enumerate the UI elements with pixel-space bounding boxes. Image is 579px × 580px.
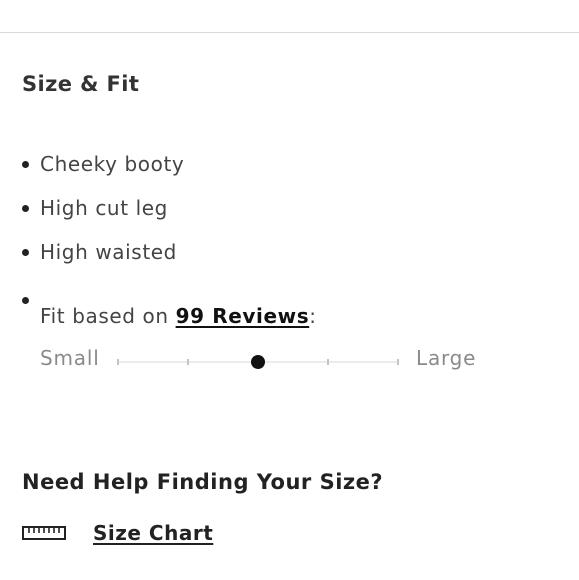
scale-max-label: Large <box>416 346 477 370</box>
bullet-icon <box>22 297 29 304</box>
bullet-icon <box>22 205 29 212</box>
ruler-icon <box>22 526 66 540</box>
fit-suffix: : <box>309 304 317 328</box>
size-chart-button[interactable]: Size Chart <box>22 518 213 548</box>
help-heading: Need Help Finding Your Size? <box>22 470 384 494</box>
fit-scale-track <box>117 355 399 369</box>
scale-tick <box>117 359 119 365</box>
fit-prefix: Fit based on <box>40 304 176 328</box>
bullet-icon <box>22 161 29 168</box>
list-item-text: High waisted <box>40 240 177 264</box>
reviews-link[interactable]: 99 Reviews <box>176 304 310 328</box>
size-fit-heading: Size & Fit <box>22 72 140 96</box>
scale-min-label: Small <box>40 346 100 370</box>
list-item-text: Cheeky booty <box>40 152 185 176</box>
size-chart-link[interactable]: Size Chart <box>93 521 213 545</box>
scale-tick <box>397 359 399 365</box>
top-divider <box>0 32 579 33</box>
fit-summary: Fit based on 99 Reviews: <box>40 304 317 328</box>
bullet-icon <box>22 249 29 256</box>
list-item-text: High cut leg <box>40 196 168 220</box>
scale-tick <box>187 359 189 365</box>
scale-tick <box>327 359 329 365</box>
fit-scale: Small Large <box>40 346 500 376</box>
fit-indicator-marker <box>251 355 265 369</box>
